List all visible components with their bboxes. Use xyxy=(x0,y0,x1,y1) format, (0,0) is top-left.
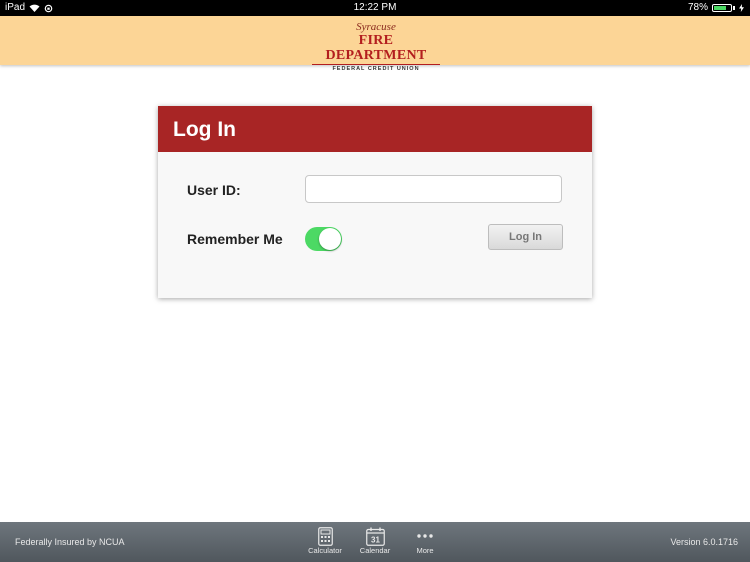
calendar-day: 31 xyxy=(371,535,380,544)
user-id-input[interactable] xyxy=(305,175,562,203)
logo-main-text: FIRE DEPARTMENT xyxy=(312,33,440,65)
battery-percent: 78% xyxy=(687,2,708,13)
login-card: Log In User ID: Remember Me Log In xyxy=(158,106,592,298)
more-label: More xyxy=(416,546,434,555)
status-time: 12:22 PM xyxy=(353,2,397,13)
logo-top-text: Syracuse xyxy=(356,21,396,33)
app-header: Syracuse FIRE DEPARTMENT FEDERAL CREDIT … xyxy=(0,16,750,72)
version-text: Version 6.0.1716 xyxy=(670,537,738,547)
more-icon xyxy=(417,534,433,538)
more-tab[interactable]: More xyxy=(405,526,445,555)
status-right: 78% xyxy=(688,0,744,16)
user-id-label: User ID: xyxy=(187,182,241,198)
login-button[interactable]: Log In xyxy=(488,224,563,250)
remember-me-label: Remember Me xyxy=(187,231,283,247)
calculator-tab[interactable]: Calculator xyxy=(305,526,345,555)
calendar-tab[interactable]: 31 Calendar xyxy=(355,526,395,555)
battery-cap xyxy=(733,6,735,10)
toggle-knob xyxy=(319,228,341,250)
remember-me-toggle[interactable] xyxy=(305,227,342,251)
calculator-icon xyxy=(317,526,333,546)
charging-icon xyxy=(739,4,744,12)
footer-bar: Federally Insured by NCUA Calculator 31 … xyxy=(0,522,750,562)
status-bar: iPad 12:22 PM 78% xyxy=(0,0,750,16)
calendar-label: Calendar xyxy=(359,546,391,555)
battery-fill xyxy=(714,6,726,10)
credit-union-logo: Syracuse FIRE DEPARTMENT FEDERAL CREDIT … xyxy=(312,21,440,72)
calendar-icon: 31 xyxy=(365,527,385,546)
login-title: Log In xyxy=(158,106,592,152)
ncua-notice: Federally Insured by NCUA xyxy=(15,537,125,547)
calculator-label: Calculator xyxy=(308,546,342,555)
logo-sub-text: FEDERAL CREDIT UNION xyxy=(332,66,420,72)
battery-icon xyxy=(712,4,732,12)
